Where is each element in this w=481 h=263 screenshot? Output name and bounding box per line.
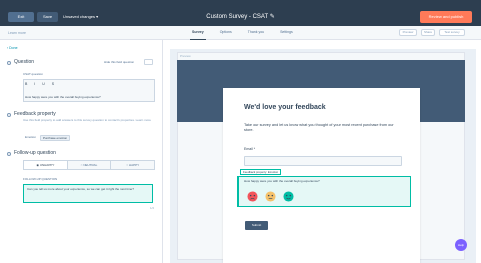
tab-unhappy-label: UNHAPPY: [39, 163, 55, 167]
done-label: Done: [9, 46, 18, 50]
submit-button[interactable]: Submit: [245, 221, 268, 230]
editor-tabs: Survey Options Thank you Settings: [190, 26, 295, 40]
learn-more-link[interactable]: Learn more: [8, 30, 26, 36]
selection-indicator: [237, 176, 239, 207]
test-survey-button[interactable]: Test survey: [439, 29, 465, 36]
help-button[interactable]: Help: [455, 239, 467, 251]
neutral-face-icon[interactable]: [265, 191, 276, 202]
chevron-left-icon: ‹: [7, 46, 9, 50]
tab-unhappy[interactable]: ◉ UNHAPPY: [24, 161, 68, 169]
hide-field-toggle[interactable]: [144, 59, 153, 65]
share-button[interactable]: Share: [421, 29, 435, 36]
tab-survey[interactable]: Survey: [190, 26, 206, 40]
editor-subbar: Learn more Survey Options Thank you Sett…: [0, 26, 481, 40]
survey-heading[interactable]: We'd love your feedback: [244, 103, 326, 112]
field-property-tag: Feedback property: Emotion: [240, 169, 282, 175]
survey-title[interactable]: Custom Survey - CSAT ✎: [0, 12, 481, 22]
tab-settings[interactable]: Settings: [278, 26, 295, 40]
rich-text-toolbar[interactable]: B I U S: [25, 82, 57, 86]
email-label: Email *: [244, 147, 256, 151]
tab-happy-label: HAPPY: [128, 163, 140, 167]
survey-intro[interactable]: Take our survey and let us know what you…: [244, 123, 402, 133]
tab-neutral-label: NEUTRAL: [83, 163, 98, 167]
top-bar: Exit Save Unsaved changes ▾ Custom Surve…: [0, 0, 481, 26]
title-text: Custom Survey - CSAT: [206, 14, 269, 20]
feedback-section-icon: [7, 113, 11, 117]
radio-icon: ○: [126, 163, 129, 167]
survey-question: How happy were you with the overall buyi…: [244, 179, 320, 183]
preview-button[interactable]: Preview: [399, 29, 417, 36]
followup-section-title[interactable]: Follow-up question: [14, 150, 56, 156]
purchase-emotion-select[interactable]: Purchase emotion: [40, 135, 71, 141]
question-section-icon: [7, 61, 11, 65]
review-publish-button[interactable]: Review and publish: [420, 11, 472, 23]
tab-options[interactable]: Options: [218, 26, 234, 40]
email-field[interactable]: [244, 156, 402, 166]
tab-thank-you[interactable]: Thank you: [246, 26, 266, 40]
tab-happy[interactable]: ○ HAPPY: [111, 161, 154, 169]
done-link[interactable]: ‹ Done: [7, 46, 18, 51]
feedback-description: Use this field property to add answers t…: [23, 118, 151, 122]
followup-section-icon: [7, 152, 11, 156]
question-section-title[interactable]: Question: [14, 59, 34, 65]
tab-neutral[interactable]: ○ NEUTRAL: [68, 161, 112, 169]
happy-face-icon[interactable]: [283, 191, 294, 202]
feedback-section-title[interactable]: Feedback property: [14, 111, 56, 117]
question-text[interactable]: How happy were you with the overall buyi…: [25, 95, 101, 99]
unhappy-face-icon[interactable]: [247, 191, 258, 202]
radio-icon: ◉: [36, 163, 39, 167]
csat-question-label: CSAT question: [23, 72, 43, 76]
followup-question-textarea[interactable]: Can you tell us more about your experien…: [23, 184, 153, 203]
char-count: 1/2: [150, 206, 155, 210]
pencil-icon[interactable]: ✎: [270, 14, 275, 20]
followup-question-label: FOLLOW-UP QUESTION: [23, 177, 58, 181]
hide-field-label: Hide this field question: [104, 60, 135, 64]
followup-tabs: ◉ UNHAPPY ○ NEUTRAL ○ HAPPY: [23, 160, 155, 170]
emotion-chip: Emotion: [25, 135, 37, 139]
preview-frame-tag: Preview: [180, 54, 191, 58]
